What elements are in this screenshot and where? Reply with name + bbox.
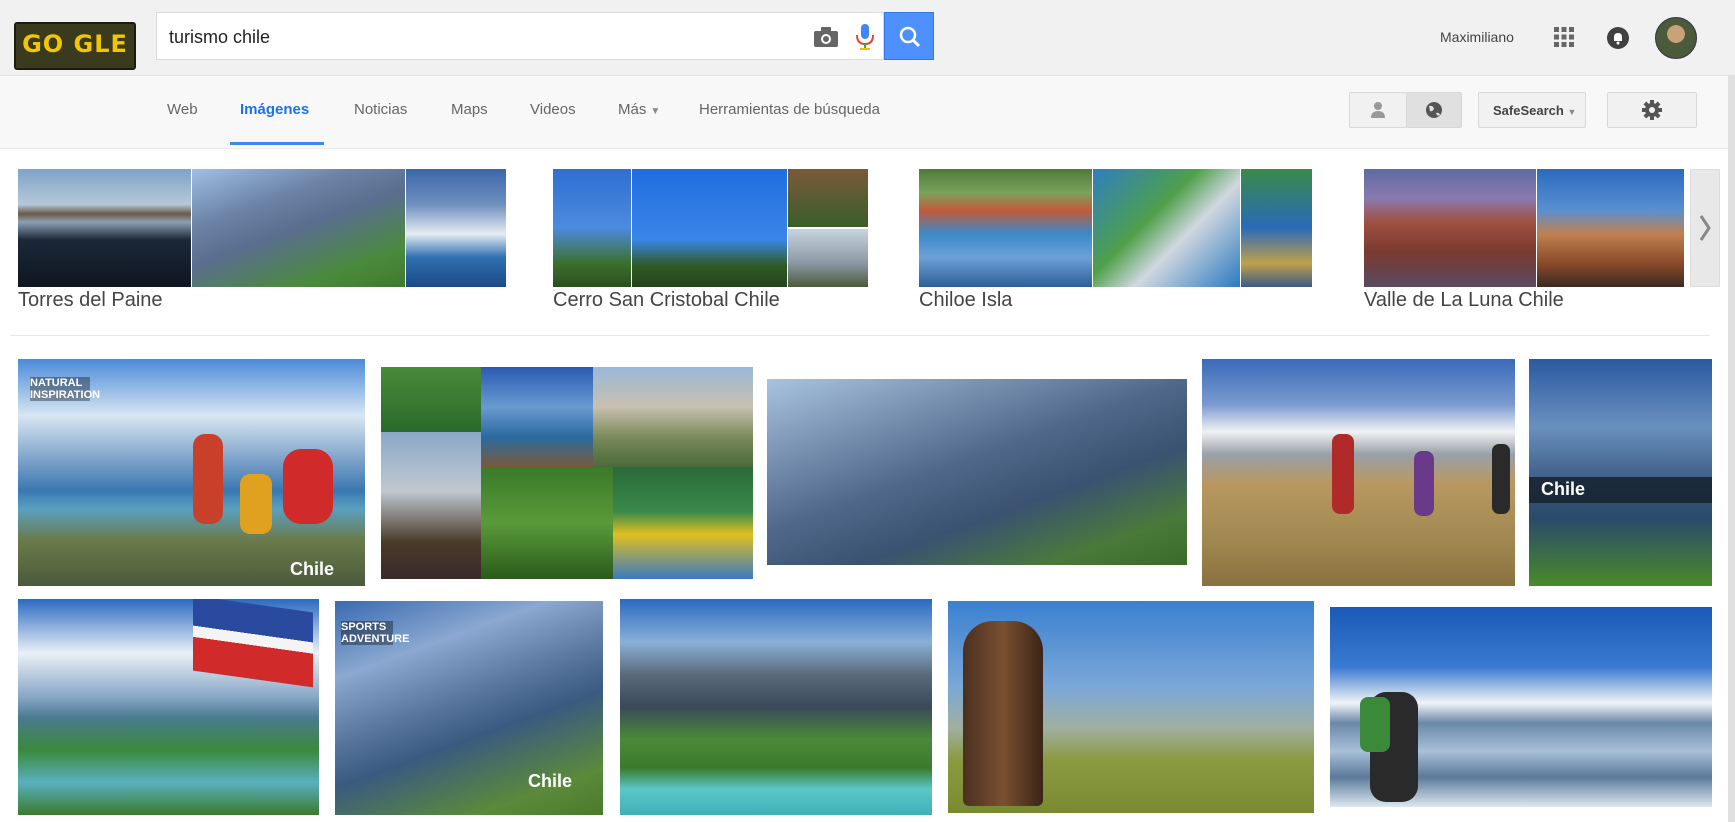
tab-maps[interactable]: Maps — [451, 101, 488, 118]
image-result-4[interactable] — [1202, 359, 1515, 586]
cluster-label-2[interactable]: Cerro San Cristobal Chile — [553, 289, 780, 312]
cluster-thumb-7 — [788, 229, 868, 287]
chile-logo-text: Chile — [528, 771, 573, 791]
search-tabs-bar: Web Imágenes Noticias Maps Videos Más ▼ H… — [0, 76, 1735, 149]
natural-inspiration-badge: NATURAL INSPIRATION — [30, 377, 101, 401]
search-icon — [899, 26, 921, 48]
divider — [10, 335, 1710, 336]
hiker-figure — [283, 449, 333, 524]
cluster-label-3[interactable]: Chiloe Isla — [919, 289, 1012, 312]
image-3 — [767, 379, 1187, 565]
image-result-3[interactable] — [767, 379, 1187, 565]
collage-tile — [481, 367, 593, 467]
backpack — [1360, 697, 1390, 752]
image-result-9[interactable] — [948, 601, 1314, 813]
tab-videos[interactable]: Videos — [530, 101, 576, 118]
global-results-button[interactable] — [1406, 92, 1462, 128]
image-result-6[interactable] — [18, 599, 319, 815]
image-result-5[interactable]: Chile — [1529, 359, 1712, 586]
image-result-7[interactable]: SPORTS ADVENTURE Chile — [335, 601, 603, 815]
image-result-10[interactable] — [1330, 607, 1712, 807]
image-results-area: Torres del Paine Cerro San Cristobal Chi… — [0, 149, 1735, 822]
cluster-thumb-11 — [1364, 169, 1536, 287]
chile-banner-text: Chile — [1541, 479, 1586, 499]
personal-results-button[interactable] — [1349, 92, 1407, 128]
hiker-figure — [1414, 451, 1434, 516]
cluster-thumb-1 — [18, 169, 191, 287]
tab-news[interactable]: Noticias — [354, 101, 407, 118]
chevron-down-icon: ▼ — [1567, 107, 1577, 117]
chile-logo-text: Chile — [290, 559, 335, 579]
hiker-figure — [1332, 434, 1354, 514]
gear-icon — [1642, 100, 1662, 120]
cluster-label-4[interactable]: Valle de La Luna Chile — [1364, 289, 1564, 312]
hiker-figure — [1492, 444, 1510, 514]
moai-statue — [963, 621, 1043, 806]
page-scrollbar[interactable] — [1728, 75, 1735, 822]
safesearch-dropdown[interactable]: SafeSearch ▼ — [1478, 92, 1586, 128]
cluster-thumb-10 — [1241, 169, 1312, 287]
settings-button[interactable] — [1607, 92, 1697, 128]
logo-text: GO GLE — [22, 30, 128, 58]
chevron-right-icon — [1699, 215, 1711, 241]
apps-grid-icon[interactable] — [1553, 26, 1575, 48]
tab-more[interactable]: Más ▼ — [618, 101, 660, 118]
search-button[interactable] — [884, 12, 934, 60]
cluster-thumb-2 — [192, 169, 405, 287]
cluster-label-1[interactable]: Torres del Paine — [18, 289, 163, 312]
hiker-figure — [193, 434, 223, 524]
image-result-2[interactable] — [381, 367, 753, 579]
user-name[interactable]: Maximiliano — [1440, 29, 1514, 45]
tab-web[interactable]: Web — [167, 101, 198, 118]
cluster-thumb-12 — [1537, 169, 1684, 287]
hiker-figure — [240, 474, 272, 534]
cluster-thumb-4 — [553, 169, 631, 287]
image-result-1[interactable]: NATURAL INSPIRATION Chile — [18, 359, 365, 586]
tab-search-tools[interactable]: Herramientas de búsqueda — [699, 101, 880, 118]
cluster-thumb-9 — [1093, 169, 1240, 287]
google-doodle-logo[interactable]: GO GLE — [14, 22, 136, 70]
next-clusters-button[interactable] — [1690, 169, 1720, 287]
cluster-thumb-5 — [632, 169, 787, 287]
collage-tile — [593, 367, 753, 467]
avatar[interactable] — [1655, 17, 1697, 59]
chevron-down-icon: ▼ — [650, 106, 661, 117]
top-bar: GO GLE Maximiliano — [0, 0, 1735, 76]
safesearch-label: SafeSearch ▼ — [1493, 103, 1576, 118]
search-box[interactable] — [156, 12, 884, 60]
tab-more-label: Más — [618, 101, 647, 118]
tab-images[interactable]: Imágenes — [240, 101, 309, 118]
collage-tile — [381, 432, 481, 579]
microphone-icon[interactable] — [854, 23, 876, 51]
camera-icon[interactable] — [812, 25, 840, 49]
globe-icon — [1426, 102, 1442, 118]
sports-adventure-badge: SPORTS ADVENTURE — [341, 621, 410, 645]
collage-tile — [613, 467, 753, 579]
active-tab-underline — [230, 142, 324, 145]
image-5 — [1529, 359, 1712, 586]
safesearch-text: SafeSearch — [1493, 103, 1564, 118]
image-4 — [1202, 359, 1515, 586]
related-search-valle-de-la-luna[interactable] — [1364, 169, 1684, 287]
collage-tile — [381, 367, 481, 432]
collage-tile — [481, 467, 613, 579]
related-search-cerro-san-cristobal[interactable] — [553, 169, 868, 287]
image-result-8[interactable] — [620, 599, 932, 815]
image-8 — [620, 599, 932, 815]
cluster-thumb-3 — [406, 169, 506, 287]
search-input[interactable] — [167, 23, 791, 51]
notifications-icon[interactable] — [1606, 26, 1630, 50]
related-search-chiloe-isla[interactable] — [919, 169, 1312, 287]
cluster-thumb-8 — [919, 169, 1092, 287]
cluster-thumb-6 — [788, 169, 868, 227]
related-search-torres-del-paine[interactable] — [18, 169, 506, 287]
person-icon — [1371, 102, 1385, 118]
